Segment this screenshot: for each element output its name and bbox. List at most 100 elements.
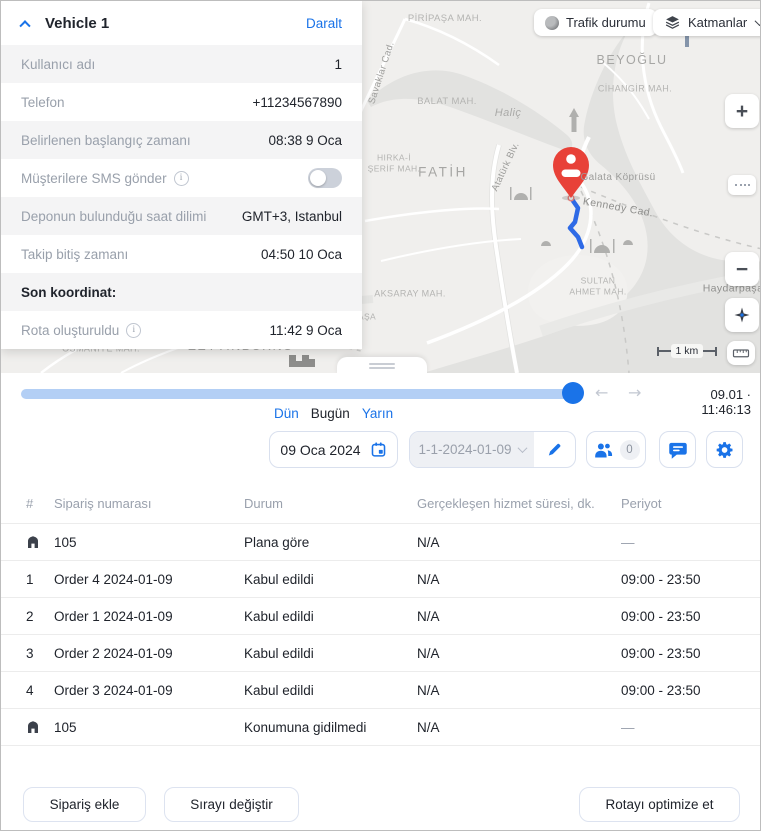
order-duration: N/A [417, 535, 621, 550]
panel-row-value: 04:50 10 Oca [261, 247, 342, 262]
panel-row: Takip bitiş zamanı 04:50 10 Oca [1, 235, 362, 273]
collapse-link[interactable]: Daralt [306, 16, 342, 31]
order-period: 09:00 - 23:50 [621, 572, 761, 587]
panel-row-label: Telefon [21, 95, 65, 110]
zoom-slider-handle[interactable] [728, 175, 756, 195]
route-polyline [568, 195, 582, 247]
zoom-out-button[interactable]: − [725, 252, 759, 286]
panel-row: Kullanıcı adı 1 [1, 45, 362, 83]
layers-button-label: Katmanlar [688, 15, 747, 30]
traffic-light-icon [545, 16, 559, 30]
panel-row-label: Rota oluşturuldu [21, 323, 119, 338]
change-order-button[interactable]: Sırayı değiştir [164, 787, 299, 822]
panel-row-value: 11:42 9 Oca [269, 323, 342, 338]
panel-row: Müşterilere SMS gönder [1, 159, 362, 197]
order-period: — [621, 720, 761, 735]
calendar-icon [370, 441, 387, 458]
collapse-caret-icon[interactable] [19, 20, 30, 31]
order-status: Plana göre [244, 535, 417, 550]
map-scale: 1 km [657, 344, 717, 358]
order-number: 105 [54, 720, 244, 735]
tomorrow-link[interactable]: Yarın [362, 406, 393, 421]
vehicle-panel-header: Vehicle 1 Daralt [1, 1, 362, 45]
order-number: Order 3 2024-01-09 [54, 683, 244, 698]
order-period: 09:00 - 23:50 [621, 609, 761, 624]
timeline-thumb[interactable] [562, 382, 584, 404]
order-period: 09:00 - 23:50 [621, 683, 761, 698]
layers-button[interactable]: Katmanlar [653, 9, 761, 36]
yesterday-link[interactable]: Dün [274, 406, 299, 421]
traffic-button[interactable]: Trafik durumu [534, 9, 657, 36]
chevron-down-icon [755, 16, 761, 26]
order-index: 4 [26, 683, 34, 698]
optimize-route-button[interactable]: Rotayı optimize et [579, 787, 740, 822]
panel-row-value: 1 [334, 57, 342, 72]
order-duration: N/A [417, 720, 621, 735]
chevron-down-icon [517, 443, 527, 453]
couriers-button[interactable]: 0 [586, 431, 646, 468]
couriers-count-badge: 0 [620, 440, 640, 460]
step-back-arrow[interactable]: ← [595, 384, 608, 402]
order-duration: N/A [417, 683, 621, 698]
order-period: — [621, 535, 761, 550]
order-row[interactable]: 105 Plana göre N/A — [1, 523, 761, 560]
pencil-icon [546, 441, 563, 458]
order-number: Order 2 2024-01-09 [54, 646, 244, 661]
depot-icon [26, 720, 40, 734]
order-row[interactable]: 1 Order 4 2024-01-09 Kabul edildi N/A 09… [1, 560, 761, 597]
timeline-timestamp: 09.01 · 11:46:13 [661, 387, 751, 417]
plus-icon: + [736, 101, 748, 122]
ruler-icon [732, 346, 750, 360]
col-num: # [26, 496, 54, 511]
order-duration: N/A [417, 572, 621, 587]
settings-button[interactable] [706, 431, 743, 468]
order-status: Kabul edildi [244, 683, 417, 698]
edit-route-button[interactable] [534, 432, 575, 467]
panel-row-label: Deponun bulunduğu saat dilimi [21, 209, 206, 224]
day-links: Dün Bugün Yarın [274, 406, 393, 421]
locate-button[interactable] [725, 298, 759, 332]
today-label[interactable]: Bugün [311, 406, 350, 421]
minus-icon: − [736, 259, 748, 280]
timeline-track[interactable] [21, 389, 583, 399]
zoom-in-button[interactable]: + [725, 94, 759, 128]
order-index: 3 [26, 646, 34, 661]
panel-row-value: 08:38 9 Oca [268, 133, 342, 148]
panel-row: Son koordinat: [1, 273, 362, 311]
panel-row: Telefon +11234567890 [1, 83, 362, 121]
sms-toggle[interactable] [308, 168, 342, 188]
chat-icon [668, 440, 688, 460]
route-select-group: 1-1-2024-01-09 [409, 431, 576, 468]
order-row[interactable]: 2 Order 1 2024-01-09 Kabul edildi N/A 09… [1, 597, 761, 634]
info-icon[interactable] [174, 171, 189, 186]
panel-row-label: Belirlenen başlangıç zamanı [21, 133, 191, 148]
route-select[interactable]: 1-1-2024-01-09 [410, 432, 534, 467]
panel-row: Deponun bulunduğu saat dilimi GMT+3, Ist… [1, 197, 362, 235]
order-status: Kabul edildi [244, 609, 417, 624]
order-row[interactable]: 105 Konumuna gidilmedi N/A — [1, 708, 761, 745]
bottom-sheet: ← → 09.01 · 11:46:13 Dün Bugün Yarın 09 … [1, 373, 761, 831]
depot-icon [26, 535, 40, 549]
order-row[interactable]: 4 Order 3 2024-01-09 Kabul edildi N/A 09… [1, 671, 761, 708]
col-status: Durum [244, 496, 417, 511]
vehicle-title: Vehicle 1 [45, 15, 306, 32]
date-picker-button[interactable]: 09 Oca 2024 [269, 431, 398, 468]
step-forward-arrow[interactable]: → [628, 384, 641, 402]
panel-row: Rota oluşturuldu 11:42 9 Oca [1, 311, 362, 349]
info-icon[interactable] [126, 323, 141, 338]
order-row[interactable]: 3 Order 2 2024-01-09 Kabul edildi N/A 09… [1, 634, 761, 671]
chat-button[interactable] [659, 431, 696, 468]
panel-row-value: GMT+3, Istanbul [242, 209, 342, 224]
locate-icon [732, 305, 752, 325]
panel-row-label: Son koordinat: [21, 285, 116, 300]
panel-row-label: Müşterilere SMS gönder [21, 171, 167, 186]
order-index: 1 [26, 572, 34, 587]
courier-marker [553, 147, 589, 201]
scale-label: 1 km [671, 344, 704, 358]
ruler-button[interactable] [727, 341, 755, 365]
add-order-button[interactable]: Sipariş ekle [23, 787, 146, 822]
panel-row-label: Kullanıcı adı [21, 57, 95, 72]
panel-row-value: +11234567890 [253, 95, 342, 110]
date-value: 09 Oca 2024 [280, 442, 360, 458]
order-index: 2 [26, 609, 34, 624]
